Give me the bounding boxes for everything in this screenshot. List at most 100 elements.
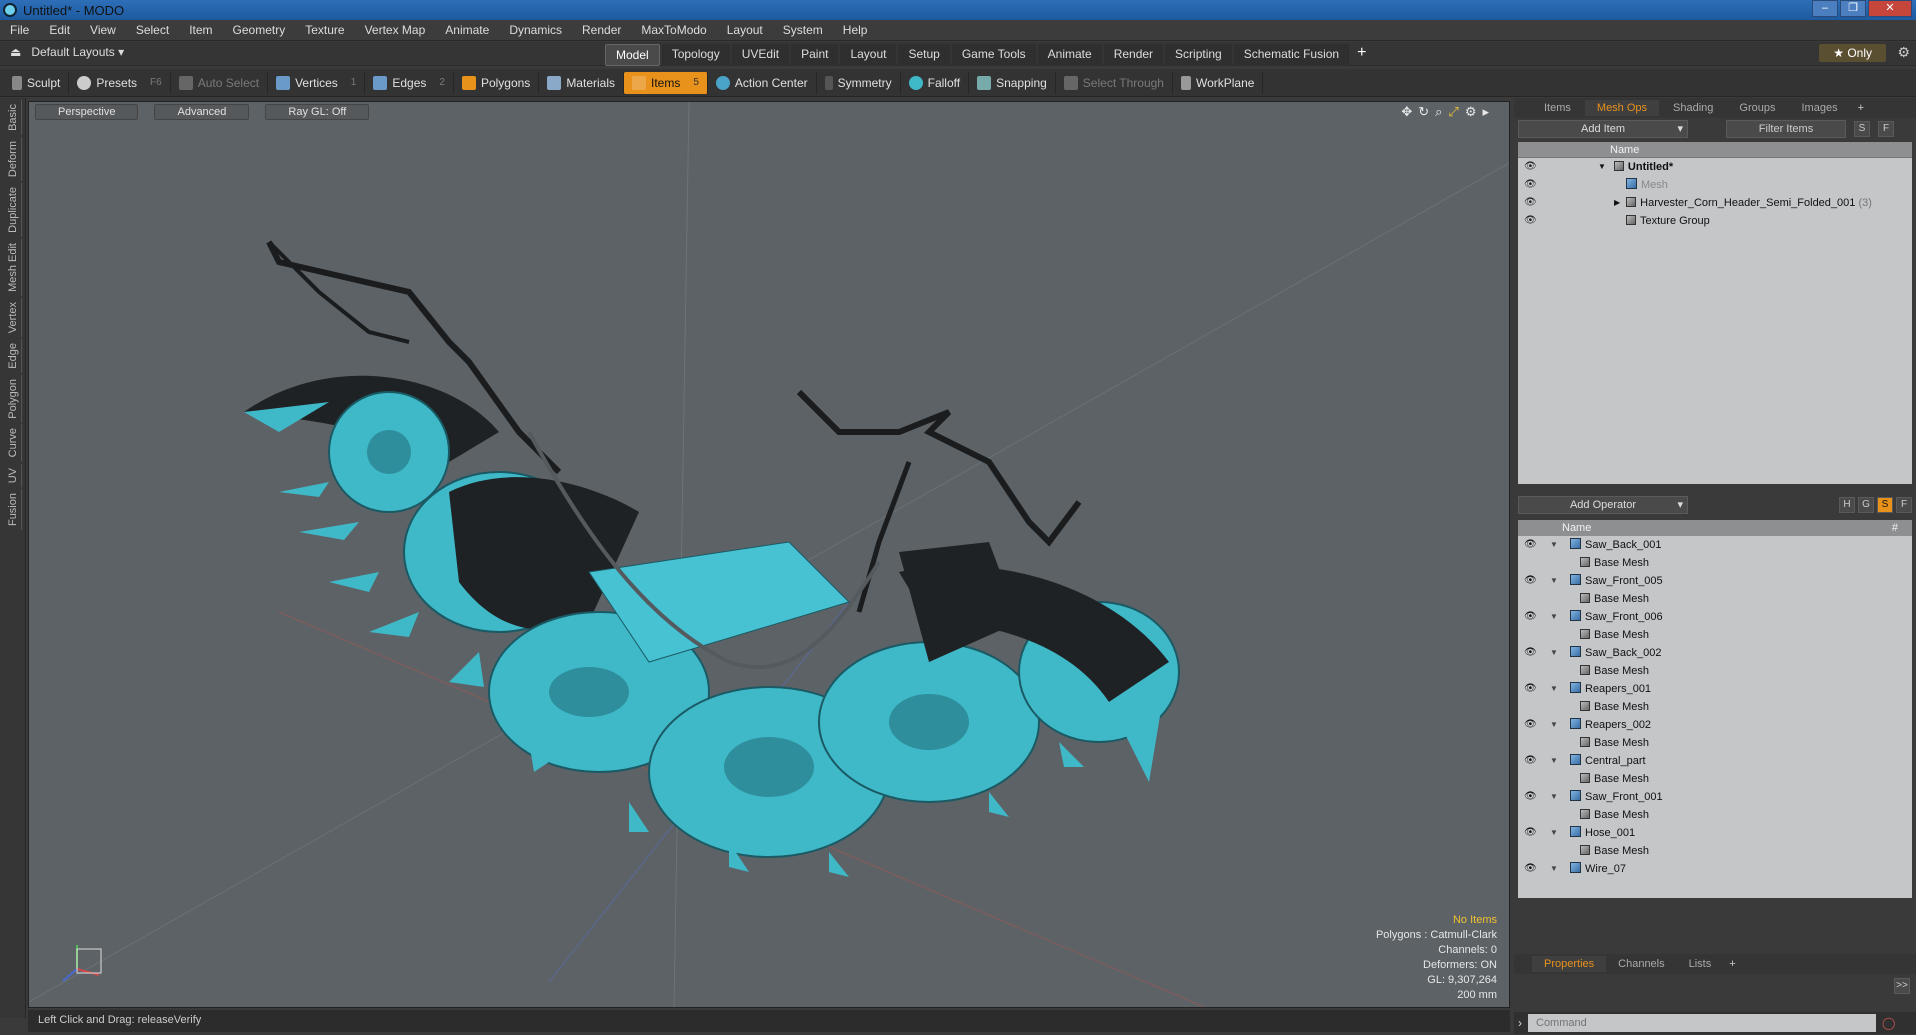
presets-button[interactable]: Presets F6	[69, 71, 171, 94]
collapse-arrow-icon[interactable]: ▼	[1550, 608, 1558, 626]
action-center-button[interactable]: Action Center	[708, 71, 817, 94]
sculpt-button[interactable]: Sculpt	[4, 71, 70, 94]
operator-row[interactable]: 👁 ▼ Saw_Front_006	[1518, 608, 1912, 626]
rotate-icon[interactable]: ↻	[1418, 104, 1429, 120]
tab-layout[interactable]: Layout	[840, 44, 897, 66]
pan-icon[interactable]: ✥	[1401, 104, 1412, 120]
tab-uvedit[interactable]: UVEdit	[731, 44, 790, 66]
vtab-deform[interactable]: Deform	[5, 136, 22, 181]
operator-row[interactable]: Base Mesh	[1518, 626, 1912, 644]
operator-row[interactable]: 👁 ▼ Reapers_001	[1518, 680, 1912, 698]
collapse-arrow-icon[interactable]: ▼	[1550, 860, 1558, 878]
tab-lists[interactable]: Lists	[1677, 956, 1724, 972]
collapse-arrow-icon[interactable]: ▼	[1550, 644, 1558, 662]
tab-render[interactable]: Render	[1103, 44, 1164, 66]
menu-geometry[interactable]: Geometry	[223, 23, 296, 37]
vtab-duplicate[interactable]: Duplicate	[5, 182, 22, 237]
visibility-eye-icon[interactable]: 👁	[1524, 536, 1537, 554]
tab-channels[interactable]: Channels	[1606, 956, 1676, 972]
tab-game-tools[interactable]: Game Tools	[951, 44, 1036, 66]
3d-viewport[interactable]: Perspective Advanced Ray GL: Off ✥ ↻ ⌕ ⤢…	[28, 101, 1510, 1008]
collapse-arrow-icon[interactable]: ▼	[1550, 572, 1558, 590]
tree-row-texture-group[interactable]: 👁 Texture Group	[1518, 212, 1912, 230]
tab-properties[interactable]: Properties	[1532, 956, 1607, 972]
operator-s-button[interactable]: S	[1877, 497, 1893, 513]
visibility-eye-icon[interactable]: 👁	[1524, 824, 1537, 842]
visibility-eye-icon[interactable]: 👁	[1524, 644, 1537, 662]
visibility-eye-icon[interactable]: 👁	[1524, 194, 1537, 212]
minimize-button[interactable]: –	[1812, 0, 1838, 17]
tree-row-mesh[interactable]: 👁 Mesh	[1518, 176, 1912, 194]
tree-row-harvester[interactable]: 👁 ▶ Harvester_Corn_Header_Semi_Folded_001 …	[1518, 194, 1912, 212]
menu-item[interactable]: Item	[179, 23, 222, 37]
operator-row[interactable]: 👁 ▼ Hose_001	[1518, 824, 1912, 842]
falloff-button[interactable]: Falloff	[901, 71, 970, 94]
menu-view[interactable]: View	[80, 23, 126, 37]
visibility-eye-icon[interactable]: 👁	[1524, 572, 1537, 590]
perspective-button[interactable]: Perspective	[35, 104, 139, 120]
visibility-eye-icon[interactable]: 👁	[1524, 608, 1537, 626]
vtab-curve[interactable]: Curve	[5, 424, 22, 462]
raygl-button[interactable]: Ray GL: Off	[265, 104, 370, 120]
collapse-arrow-icon[interactable]: ▼	[1550, 536, 1558, 554]
snapping-button[interactable]: Snapping	[969, 71, 1056, 94]
collapse-arrow-icon[interactable]: ▼	[1550, 752, 1558, 770]
visibility-eye-icon[interactable]: 👁	[1524, 158, 1537, 176]
operator-row[interactable]: Base Mesh	[1518, 806, 1912, 824]
add-panel-tab-icon[interactable]: +	[1852, 100, 1870, 116]
vertices-button[interactable]: Vertices 1	[268, 71, 366, 94]
operator-g-button[interactable]: G	[1858, 497, 1874, 513]
tab-paint[interactable]: Paint	[791, 44, 839, 66]
select-through-button[interactable]: Select Through	[1056, 71, 1173, 94]
menu-help[interactable]: Help	[833, 23, 878, 37]
expand-arrow-icon[interactable]: ▶	[1614, 194, 1620, 212]
operator-h-button[interactable]: H	[1839, 497, 1855, 513]
tab-schematic-fusion[interactable]: Schematic Fusion	[1233, 44, 1350, 66]
vtab-edge[interactable]: Edge	[5, 338, 22, 373]
menu-edit[interactable]: Edit	[39, 23, 80, 37]
command-record-icon[interactable]: ◯	[1882, 1016, 1895, 1030]
menu-vertex-map[interactable]: Vertex Map	[355, 23, 436, 37]
materials-button[interactable]: Materials	[539, 71, 624, 94]
operator-f-button[interactable]: F	[1896, 497, 1912, 513]
fit-icon[interactable]: ⤢	[1448, 104, 1458, 120]
polygons-button[interactable]: Polygons	[454, 71, 540, 94]
menu-file[interactable]: File	[0, 23, 39, 37]
tree-row-untitled[interactable]: 👁 ▼ Untitled*	[1518, 158, 1912, 176]
tab-images[interactable]: Images	[1790, 100, 1850, 116]
collapse-arrow-icon[interactable]: ▼	[1550, 716, 1558, 734]
vtab-mesh-edit[interactable]: Mesh Edit	[5, 238, 22, 296]
tab-model[interactable]: Model	[605, 44, 660, 66]
operator-row[interactable]: Base Mesh	[1518, 662, 1912, 680]
menu-dynamics[interactable]: Dynamics	[499, 23, 572, 37]
zoom-icon[interactable]: ⌕	[1435, 104, 1442, 120]
filter-items-field[interactable]: Filter Items	[1726, 120, 1846, 138]
vtab-uv[interactable]: UV	[5, 463, 22, 488]
collapse-arrow-icon[interactable]: ▼	[1550, 824, 1558, 842]
operator-row[interactable]: 👁 ▼ Saw_Back_002	[1518, 644, 1912, 662]
default-layouts-dropdown[interactable]: Default Layouts ▾	[31, 45, 124, 59]
menu-render[interactable]: Render	[572, 23, 631, 37]
maximize-button[interactable]: ❐	[1840, 0, 1866, 17]
tab-groups[interactable]: Groups	[1727, 100, 1787, 116]
close-button[interactable]: ✕	[1868, 0, 1912, 17]
tab-setup[interactable]: Setup	[898, 44, 950, 66]
visibility-eye-icon[interactable]: 👁	[1524, 176, 1537, 194]
filter-s-button[interactable]: S	[1854, 121, 1870, 137]
operator-row[interactable]: Base Mesh	[1518, 590, 1912, 608]
edges-button[interactable]: Edges 2	[365, 71, 454, 94]
menu-maxtomodo[interactable]: MaxToModo	[631, 23, 716, 37]
operator-row[interactable]: Base Mesh	[1518, 842, 1912, 860]
operator-row[interactable]: 👁 ▼ Saw_Back_001	[1518, 536, 1912, 554]
advanced-button[interactable]: Advanced	[154, 104, 250, 120]
operator-row[interactable]: 👁 ▼ Saw_Front_001	[1518, 788, 1912, 806]
tab-animate[interactable]: Animate	[1037, 44, 1102, 66]
visibility-eye-icon[interactable]: 👁	[1524, 716, 1537, 734]
visibility-eye-icon[interactable]: 👁	[1524, 788, 1537, 806]
tab-scripting[interactable]: Scripting	[1165, 44, 1232, 66]
operator-row[interactable]: Base Mesh	[1518, 770, 1912, 788]
layout-home-icon[interactable]: ⏏	[10, 45, 21, 59]
menu-layout[interactable]: Layout	[717, 23, 773, 37]
menu-system[interactable]: System	[773, 23, 833, 37]
expand-button[interactable]: >>	[1894, 978, 1910, 994]
